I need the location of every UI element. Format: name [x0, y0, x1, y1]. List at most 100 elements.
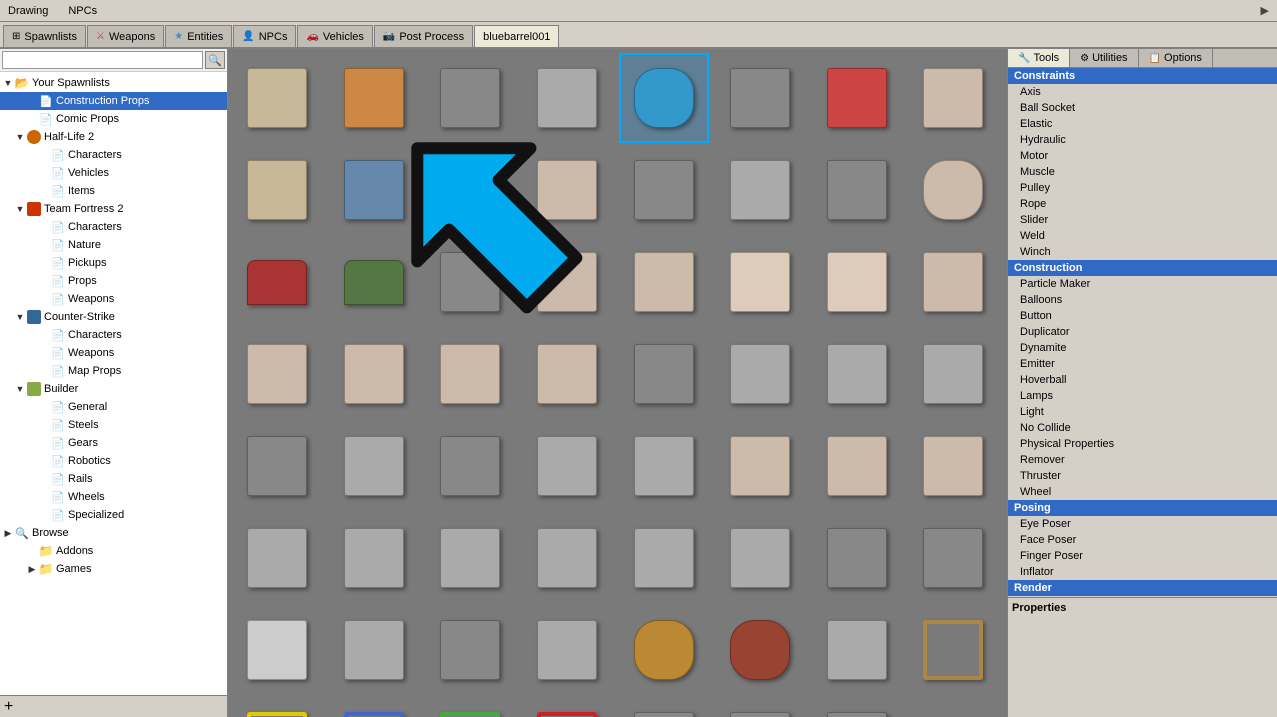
tree-item-construction-props[interactable]: Construction Props: [0, 92, 227, 110]
tree-item-cs-map-props[interactable]: Map Props: [0, 362, 227, 380]
tool-item-hoverball[interactable]: Hoverball: [1008, 372, 1277, 388]
grid-cell-item47[interactable]: [812, 513, 902, 603]
tree-item-builder-gears[interactable]: Gears: [0, 434, 227, 452]
grid-cell-item30[interactable]: [715, 329, 805, 419]
tree-item-tf-props[interactable]: Props: [0, 272, 227, 290]
tree-item-hl-vehicles[interactable]: Vehicles: [0, 164, 227, 182]
tab-spawnlists[interactable]: ⊞ Spawnlists: [3, 25, 86, 47]
search-input[interactable]: [2, 51, 203, 69]
grid-cell-item29[interactable]: [619, 329, 709, 419]
tool-item-particle-maker[interactable]: Particle Maker: [1008, 276, 1277, 292]
tool-item-winch[interactable]: Winch: [1008, 244, 1277, 260]
tool-item-ball-socket[interactable]: Ball Socket: [1008, 100, 1277, 116]
tree-toggle-half-life-2[interactable]: ▼: [14, 132, 26, 142]
grid-cell-item2[interactable]: [329, 53, 419, 143]
grid-cell-item42[interactable]: [329, 513, 419, 603]
tab-options[interactable]: 📋 Options: [1139, 49, 1213, 67]
tool-item-emitter[interactable]: Emitter: [1008, 356, 1277, 372]
grid-cell-item31[interactable]: [812, 329, 902, 419]
grid-cell-item54[interactable]: [715, 605, 805, 695]
tree-item-counter-strike[interactable]: ▼Counter-Strike: [0, 308, 227, 326]
tool-item-lamps[interactable]: Lamps: [1008, 388, 1277, 404]
grid-cell-item3[interactable]: [425, 53, 515, 143]
tool-item-dynamite[interactable]: Dynamite: [1008, 340, 1277, 356]
grid-cell-item14[interactable]: [715, 145, 805, 235]
tree-item-builder-rails[interactable]: Rails: [0, 470, 227, 488]
grid-cell-item61[interactable]: [619, 697, 709, 717]
menu-expand-arrow[interactable]: ▶: [1257, 2, 1273, 19]
tool-item-rope[interactable]: Rope: [1008, 196, 1277, 212]
grid-cell-item5[interactable]: [619, 53, 709, 143]
grid-cell-item62[interactable]: [715, 697, 805, 717]
tab-bluebarrel[interactable]: bluebarrel001: [474, 25, 559, 47]
grid-cell-item18[interactable]: [329, 237, 419, 327]
tool-item-elastic[interactable]: Elastic: [1008, 116, 1277, 132]
tree-item-builder-steels[interactable]: Steels: [0, 416, 227, 434]
tree-item-tf-pickups[interactable]: Pickups: [0, 254, 227, 272]
tab-weapons[interactable]: ⚔ Weapons: [87, 25, 164, 47]
tool-item-inflator[interactable]: Inflator: [1008, 564, 1277, 580]
tree-item-your-spawnlists[interactable]: ▼Your Spawnlists: [0, 74, 227, 92]
grid-cell-item1[interactable]: [232, 53, 322, 143]
grid-cell-item24[interactable]: [908, 237, 998, 327]
grid-cell-item21[interactable]: [619, 237, 709, 327]
grid-cell-item57[interactable]: [232, 697, 322, 717]
tab-utilities[interactable]: ⚙ Utilities: [1070, 49, 1138, 67]
grid-cell-item51[interactable]: [425, 605, 515, 695]
grid-cell-item39[interactable]: [812, 421, 902, 511]
grid-cell-item15[interactable]: [812, 145, 902, 235]
menu-drawing[interactable]: Drawing: [4, 3, 52, 19]
grid-cell-item43[interactable]: [425, 513, 515, 603]
tree-toggle-your-spawnlists[interactable]: ▼: [2, 78, 14, 88]
tree-item-builder-general[interactable]: General: [0, 398, 227, 416]
tool-item-axis[interactable]: Axis: [1008, 84, 1277, 100]
tool-item-thruster[interactable]: Thruster: [1008, 468, 1277, 484]
grid-cell-item27[interactable]: [425, 329, 515, 419]
tree-item-hl-items[interactable]: Items: [0, 182, 227, 200]
tool-item-button[interactable]: Button: [1008, 308, 1277, 324]
grid-cell-item60[interactable]: [522, 697, 612, 717]
grid-cell-item9[interactable]: [232, 145, 322, 235]
grid-cell-item17[interactable]: [232, 237, 322, 327]
add-spawnlist-button[interactable]: +: [4, 698, 13, 716]
grid-cell-item53[interactable]: [619, 605, 709, 695]
grid-cell-item35[interactable]: [425, 421, 515, 511]
grid-cell-item25[interactable]: [232, 329, 322, 419]
tree-toggle-browse[interactable]: ▶: [2, 528, 14, 539]
tree-item-builder[interactable]: ▼Builder: [0, 380, 227, 398]
grid-cell-item36[interactable]: [522, 421, 612, 511]
tree-item-builder-wheels[interactable]: Wheels: [0, 488, 227, 506]
grid-cell-item16[interactable]: [908, 145, 998, 235]
grid-cell-item20[interactable]: [522, 237, 612, 327]
grid-cell-item44[interactable]: [522, 513, 612, 603]
tree-item-cs-characters[interactable]: Characters: [0, 326, 227, 344]
grid-cell-item49[interactable]: [232, 605, 322, 695]
menu-npcs[interactable]: NPCs: [64, 3, 101, 19]
tree-toggle-browse-games[interactable]: ▶: [26, 564, 38, 575]
tool-item-muscle[interactable]: Muscle: [1008, 164, 1277, 180]
grid-cell-item23[interactable]: [812, 237, 902, 327]
tree-item-browse[interactable]: ▶Browse: [0, 524, 227, 542]
search-button[interactable]: 🔍: [205, 51, 225, 69]
grid-cell-item41[interactable]: [232, 513, 322, 603]
tab-tools[interactable]: 🔧 Tools: [1008, 49, 1070, 67]
tree-item-comic-props[interactable]: Comic Props: [0, 110, 227, 128]
tree-item-half-life-2[interactable]: ▼Half-Life 2: [0, 128, 227, 146]
grid-cell-item19[interactable]: [425, 237, 515, 327]
tool-item-wheel[interactable]: Wheel: [1008, 484, 1277, 500]
tool-item-weld[interactable]: Weld: [1008, 228, 1277, 244]
grid-cell-item8[interactable]: [908, 53, 998, 143]
tool-item-remover[interactable]: Remover: [1008, 452, 1277, 468]
grid-cell-item56[interactable]: [908, 605, 998, 695]
grid-cell-item50[interactable]: [329, 605, 419, 695]
tree-item-builder-robotics[interactable]: Robotics: [0, 452, 227, 470]
tree-item-cs-weapons[interactable]: Weapons: [0, 344, 227, 362]
tool-item-eye-poser[interactable]: Eye Poser: [1008, 516, 1277, 532]
grid-cell-item59[interactable]: [425, 697, 515, 717]
tree-item-team-fortress-2[interactable]: ▼Team Fortress 2: [0, 200, 227, 218]
tree-item-browse-addons[interactable]: Addons: [0, 542, 227, 560]
grid-cell-item11[interactable]: [425, 145, 515, 235]
grid-cell-item28[interactable]: [522, 329, 612, 419]
grid-cell-item45[interactable]: [619, 513, 709, 603]
grid-cell-item34[interactable]: [329, 421, 419, 511]
